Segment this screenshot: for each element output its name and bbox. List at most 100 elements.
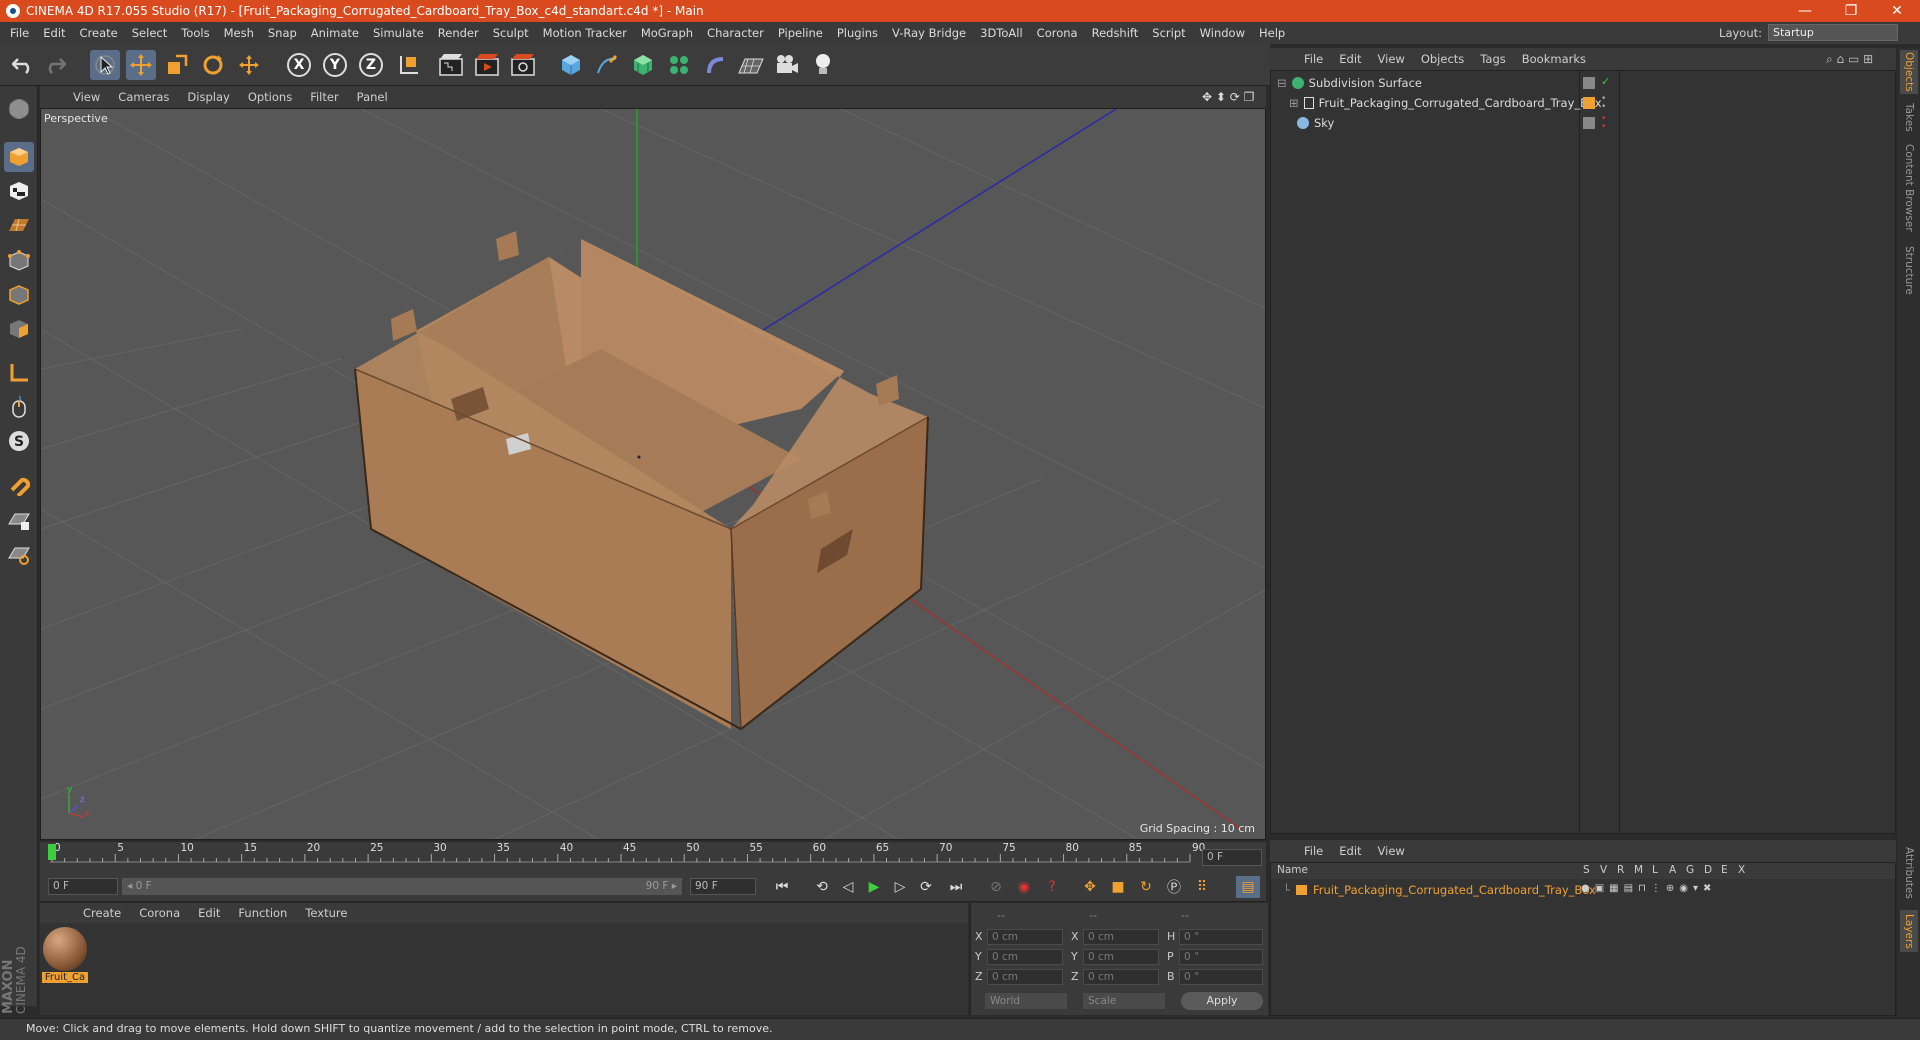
- deformer-icon[interactable]: [700, 50, 730, 80]
- keyframe-selection-icon[interactable]: ?: [1040, 876, 1064, 898]
- viewport-menu-panel[interactable]: Panel: [348, 90, 397, 104]
- timeline-window-icon[interactable]: ▤: [1236, 876, 1260, 898]
- rotate-tool-icon[interactable]: [198, 50, 228, 80]
- menu-script[interactable]: Script: [1145, 26, 1192, 40]
- previous-key-icon[interactable]: ⟲: [810, 876, 834, 898]
- layer-color-swatch[interactable]: [1295, 885, 1307, 895]
- go-to-end-icon[interactable]: ⏭: [944, 876, 968, 898]
- material-menu-texture[interactable]: Texture: [296, 906, 356, 920]
- viewport-menu-view[interactable]: View: [64, 90, 109, 104]
- light-icon[interactable]: [808, 50, 838, 80]
- menu-tools[interactable]: Tools: [174, 26, 216, 40]
- layer-flag-toggles[interactable]: ●▣▦▤⊓⋮⊕◉▾✖: [1581, 883, 1716, 894]
- visibility-toggle[interactable]: [1583, 77, 1595, 89]
- viewport-navigate-icons[interactable]: ✥ ⬍ ⟳ ❐: [1202, 90, 1254, 104]
- menu-animate[interactable]: Animate: [304, 26, 366, 40]
- menu-pipeline[interactable]: Pipeline: [771, 26, 830, 40]
- pos-z-field[interactable]: 0 cm: [987, 969, 1063, 985]
- z-axis-lock[interactable]: Z: [356, 50, 386, 80]
- record-keys-icon[interactable]: ⊘: [984, 876, 1008, 898]
- frame-range-slider[interactable]: ◂ 0 F 90 F ▸: [122, 878, 682, 895]
- key-point-level-icon[interactable]: ⠿: [1190, 876, 1214, 898]
- object-row-sky[interactable]: Sky • •: [1271, 113, 1895, 133]
- close-button[interactable]: ✕: [1874, 0, 1920, 22]
- layers-menu-file[interactable]: File: [1296, 844, 1331, 858]
- start-frame-field[interactable]: 0 F: [48, 878, 118, 895]
- magnet-icon[interactable]: [4, 470, 34, 500]
- layout-dropdown[interactable]: Startup: [1768, 24, 1898, 41]
- menu-snap[interactable]: Snap: [261, 26, 304, 40]
- tab-content-browser[interactable]: Content Browser: [1900, 140, 1918, 236]
- visibility-dots-icon[interactable]: • •: [1601, 115, 1606, 132]
- play-icon[interactable]: ▶: [862, 876, 886, 898]
- minimize-button[interactable]: —: [1782, 0, 1828, 22]
- tweak-mode-icon[interactable]: [4, 392, 34, 422]
- size-y-field[interactable]: 0 cm: [1083, 949, 1159, 965]
- menu-plugins[interactable]: Plugins: [830, 26, 885, 40]
- rot-b-field[interactable]: 0 °: [1179, 969, 1263, 985]
- objects-menu-objects[interactable]: Objects: [1413, 52, 1472, 66]
- model-mode-icon[interactable]: [4, 142, 34, 172]
- menu-help[interactable]: Help: [1252, 26, 1292, 40]
- autokey-icon[interactable]: ◉: [1012, 876, 1036, 898]
- material-menu-create[interactable]: Create: [74, 906, 130, 920]
- menu-mograph[interactable]: MoGraph: [634, 26, 700, 40]
- move-tool-icon[interactable]: [126, 50, 156, 80]
- material-menu-edit[interactable]: Edit: [189, 906, 229, 920]
- objects-menu-tags[interactable]: Tags: [1472, 52, 1513, 66]
- objects-menu-edit[interactable]: Edit: [1331, 52, 1369, 66]
- edit-render-settings-icon[interactable]: [508, 50, 538, 80]
- menu-motion-tracker[interactable]: Motion Tracker: [536, 26, 634, 40]
- viewport-menu-cameras[interactable]: Cameras: [109, 90, 178, 104]
- workplane-planar-icon[interactable]: [4, 540, 34, 570]
- tab-takes[interactable]: Takes: [1900, 100, 1918, 134]
- menu-redshift[interactable]: Redshift: [1085, 26, 1146, 40]
- pos-y-field[interactable]: 0 cm: [987, 949, 1063, 965]
- layer-color-tag[interactable]: [1583, 97, 1595, 109]
- key-parameter-icon[interactable]: Ⓟ: [1162, 876, 1186, 898]
- objects-menu-bookmarks[interactable]: Bookmarks: [1514, 52, 1594, 66]
- key-scale-icon[interactable]: ■: [1106, 876, 1130, 898]
- menu-vray-bridge[interactable]: V-Ray Bridge: [885, 26, 973, 40]
- render-to-picture-viewer-icon[interactable]: [472, 50, 502, 80]
- coord-mode-dropdown[interactable]: Scale: [1083, 993, 1165, 1009]
- rot-h-field[interactable]: 0 °: [1179, 929, 1263, 945]
- objects-menu-file[interactable]: File: [1296, 52, 1331, 66]
- redo-icon[interactable]: [40, 50, 70, 80]
- layers-menu-edit[interactable]: Edit: [1331, 844, 1369, 858]
- x-axis-lock[interactable]: X: [284, 50, 314, 80]
- enabled-check-icon[interactable]: ✓: [1601, 75, 1610, 88]
- material-menu-function[interactable]: Function: [229, 906, 296, 920]
- tab-objects[interactable]: Objects: [1900, 50, 1918, 94]
- apply-button[interactable]: Apply: [1181, 992, 1263, 1010]
- render-view-icon[interactable]: [436, 50, 466, 80]
- menu-3dtoall[interactable]: 3DToAll: [973, 26, 1030, 40]
- lock-workplane-icon[interactable]: [4, 506, 34, 536]
- camera-icon[interactable]: [772, 50, 802, 80]
- coord-space-dropdown[interactable]: World: [985, 993, 1067, 1009]
- visibility-toggle[interactable]: [1583, 117, 1595, 129]
- go-to-start-icon[interactable]: ⏮: [770, 876, 794, 898]
- menu-simulate[interactable]: Simulate: [366, 26, 431, 40]
- tab-layers[interactable]: Layers: [1900, 910, 1918, 952]
- key-rotation-icon[interactable]: ↻: [1134, 876, 1158, 898]
- coordinate-system-icon[interactable]: [394, 50, 424, 80]
- object-row-tray-box[interactable]: ⊞ Fruit_Packaging_Corrugated_Cardboard_T…: [1271, 93, 1895, 113]
- edges-mode-icon[interactable]: [4, 280, 34, 310]
- end-frame-field[interactable]: 90 F: [690, 878, 756, 895]
- size-x-field[interactable]: 0 cm: [1083, 929, 1159, 945]
- tab-structure[interactable]: Structure: [1900, 242, 1918, 298]
- transform-tool-icon[interactable]: [234, 50, 264, 80]
- scale-tool-icon[interactable]: [162, 50, 192, 80]
- polygons-mode-icon[interactable]: [4, 314, 34, 344]
- timeline-playhead[interactable]: [48, 844, 56, 860]
- make-editable-icon[interactable]: [4, 94, 34, 124]
- menu-character[interactable]: Character: [700, 26, 771, 40]
- viewport-menu-options[interactable]: Options: [239, 90, 301, 104]
- floor-icon[interactable]: [736, 50, 766, 80]
- menu-window[interactable]: Window: [1193, 26, 1252, 40]
- menu-corona[interactable]: Corona: [1030, 26, 1085, 40]
- previous-frame-icon[interactable]: ◁: [836, 876, 860, 898]
- snapping-icon[interactable]: S: [4, 426, 34, 456]
- menu-create[interactable]: Create: [73, 26, 125, 40]
